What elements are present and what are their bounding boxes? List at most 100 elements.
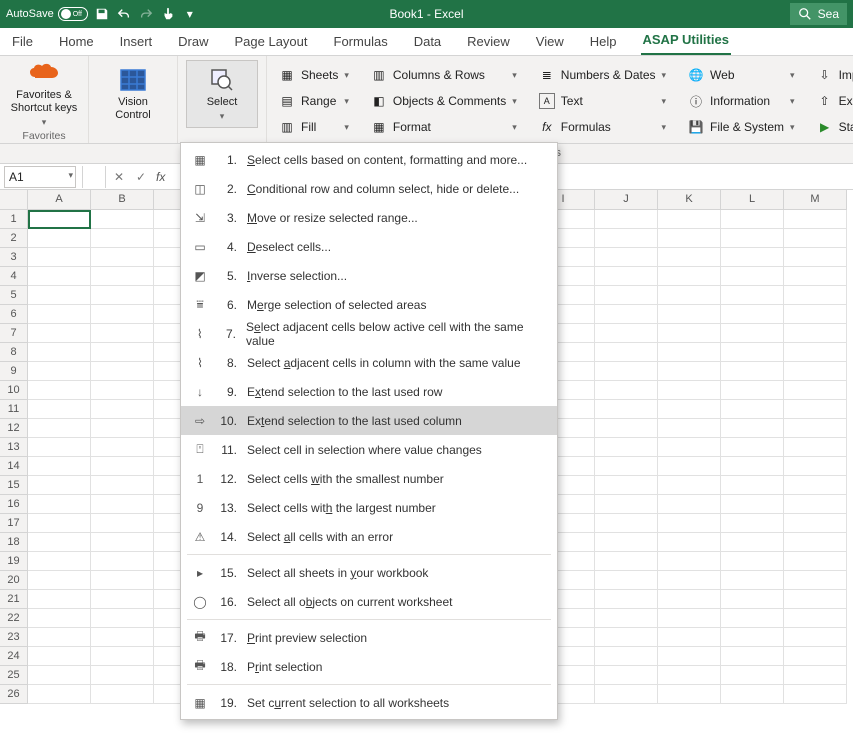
- cell[interactable]: [658, 685, 721, 704]
- cell[interactable]: [28, 514, 91, 533]
- columns-rows-button[interactable]: ▥Columns & Rows▾: [367, 64, 521, 86]
- tab-view[interactable]: View: [534, 29, 566, 55]
- tab-help[interactable]: Help: [588, 29, 619, 55]
- cell[interactable]: [721, 229, 784, 248]
- cell[interactable]: [595, 248, 658, 267]
- cell[interactable]: [91, 305, 154, 324]
- menu-item[interactable]: ⇨10.Extend selection to the last used co…: [181, 406, 557, 435]
- cell[interactable]: [658, 609, 721, 628]
- enter-formula-button[interactable]: ✓: [130, 166, 152, 188]
- cell[interactable]: [784, 419, 847, 438]
- file-system-button[interactable]: 💾File & System▾: [684, 116, 799, 138]
- cell[interactable]: [28, 457, 91, 476]
- row-header[interactable]: 24: [0, 647, 28, 666]
- row-header[interactable]: 7: [0, 324, 28, 343]
- cell[interactable]: [784, 685, 847, 704]
- cell[interactable]: [595, 305, 658, 324]
- menu-item[interactable]: ⇲3.Move or resize selected range...: [181, 203, 557, 232]
- cell[interactable]: [784, 324, 847, 343]
- cell[interactable]: [721, 495, 784, 514]
- cell[interactable]: [721, 571, 784, 590]
- cell[interactable]: [784, 457, 847, 476]
- cell[interactable]: [91, 571, 154, 590]
- cell[interactable]: [784, 286, 847, 305]
- cell[interactable]: [658, 628, 721, 647]
- row-header[interactable]: 15: [0, 476, 28, 495]
- cell[interactable]: [721, 476, 784, 495]
- cell[interactable]: [784, 362, 847, 381]
- cell[interactable]: [91, 457, 154, 476]
- cell[interactable]: [28, 533, 91, 552]
- tab-data[interactable]: Data: [412, 29, 443, 55]
- numbers-dates-button[interactable]: ≣Numbers & Dates▾: [535, 64, 670, 86]
- cell[interactable]: [595, 286, 658, 305]
- cell[interactable]: [595, 533, 658, 552]
- cell[interactable]: [595, 210, 658, 229]
- cell[interactable]: [658, 362, 721, 381]
- row-header[interactable]: 19: [0, 552, 28, 571]
- cell[interactable]: [91, 476, 154, 495]
- cell[interactable]: [721, 609, 784, 628]
- row-header[interactable]: 22: [0, 609, 28, 628]
- vision-control-button[interactable]: Vision Control: [97, 60, 169, 128]
- row-header[interactable]: 3: [0, 248, 28, 267]
- tab-asap-utilities[interactable]: ASAP Utilities: [641, 27, 731, 55]
- cell[interactable]: [658, 381, 721, 400]
- cell[interactable]: [784, 533, 847, 552]
- row-header[interactable]: 9: [0, 362, 28, 381]
- cell[interactable]: [658, 571, 721, 590]
- cell[interactable]: [91, 400, 154, 419]
- cell[interactable]: [658, 210, 721, 229]
- cell[interactable]: [784, 381, 847, 400]
- cell[interactable]: [721, 305, 784, 324]
- cell[interactable]: [595, 609, 658, 628]
- tab-review[interactable]: Review: [465, 29, 512, 55]
- row-header[interactable]: 5: [0, 286, 28, 305]
- row-header[interactable]: 10: [0, 381, 28, 400]
- import-button[interactable]: ⇩Import▾: [813, 64, 853, 86]
- search-box[interactable]: Sea: [790, 3, 847, 25]
- cell[interactable]: [784, 476, 847, 495]
- cell[interactable]: [784, 514, 847, 533]
- cell[interactable]: [28, 400, 91, 419]
- cell[interactable]: [595, 685, 658, 704]
- cell[interactable]: [721, 419, 784, 438]
- cell[interactable]: [658, 533, 721, 552]
- cell[interactable]: [28, 685, 91, 704]
- cell[interactable]: [658, 666, 721, 685]
- cell[interactable]: [91, 438, 154, 457]
- menu-item[interactable]: ▦1.Select cells based on content, format…: [181, 145, 557, 174]
- cell[interactable]: [721, 267, 784, 286]
- cell[interactable]: [28, 590, 91, 609]
- tab-formulas[interactable]: Formulas: [332, 29, 390, 55]
- format-button[interactable]: ▦Format▾: [367, 116, 521, 138]
- column-header[interactable]: A: [28, 190, 91, 210]
- cell[interactable]: [658, 229, 721, 248]
- menu-item[interactable]: 🖶18.Print selection: [181, 652, 557, 681]
- tab-insert[interactable]: Insert: [118, 29, 155, 55]
- cell[interactable]: [595, 362, 658, 381]
- menu-item[interactable]: ⍞11.Select cell in selection where value…: [181, 435, 557, 464]
- cell[interactable]: [784, 495, 847, 514]
- cell[interactable]: [658, 343, 721, 362]
- autosave-toggle[interactable]: AutoSave Off: [6, 7, 88, 21]
- column-header[interactable]: K: [658, 190, 721, 210]
- row-header[interactable]: 25: [0, 666, 28, 685]
- cell[interactable]: [784, 229, 847, 248]
- cell[interactable]: [784, 248, 847, 267]
- cell[interactable]: [595, 324, 658, 343]
- cell[interactable]: [658, 457, 721, 476]
- cell[interactable]: [28, 305, 91, 324]
- favorites-button[interactable]: Favorites & Shortcut keys▾: [8, 60, 80, 128]
- cell[interactable]: [595, 571, 658, 590]
- qat-more-icon[interactable]: ▾: [182, 6, 198, 22]
- menu-item[interactable]: ▸15.Select all sheets in your workbook: [181, 558, 557, 587]
- cell[interactable]: [595, 400, 658, 419]
- fx-icon[interactable]: fx: [156, 170, 165, 184]
- cell[interactable]: [784, 647, 847, 666]
- cell[interactable]: [721, 438, 784, 457]
- row-header[interactable]: 8: [0, 343, 28, 362]
- cell[interactable]: [721, 400, 784, 419]
- cell[interactable]: [721, 362, 784, 381]
- cell[interactable]: [91, 533, 154, 552]
